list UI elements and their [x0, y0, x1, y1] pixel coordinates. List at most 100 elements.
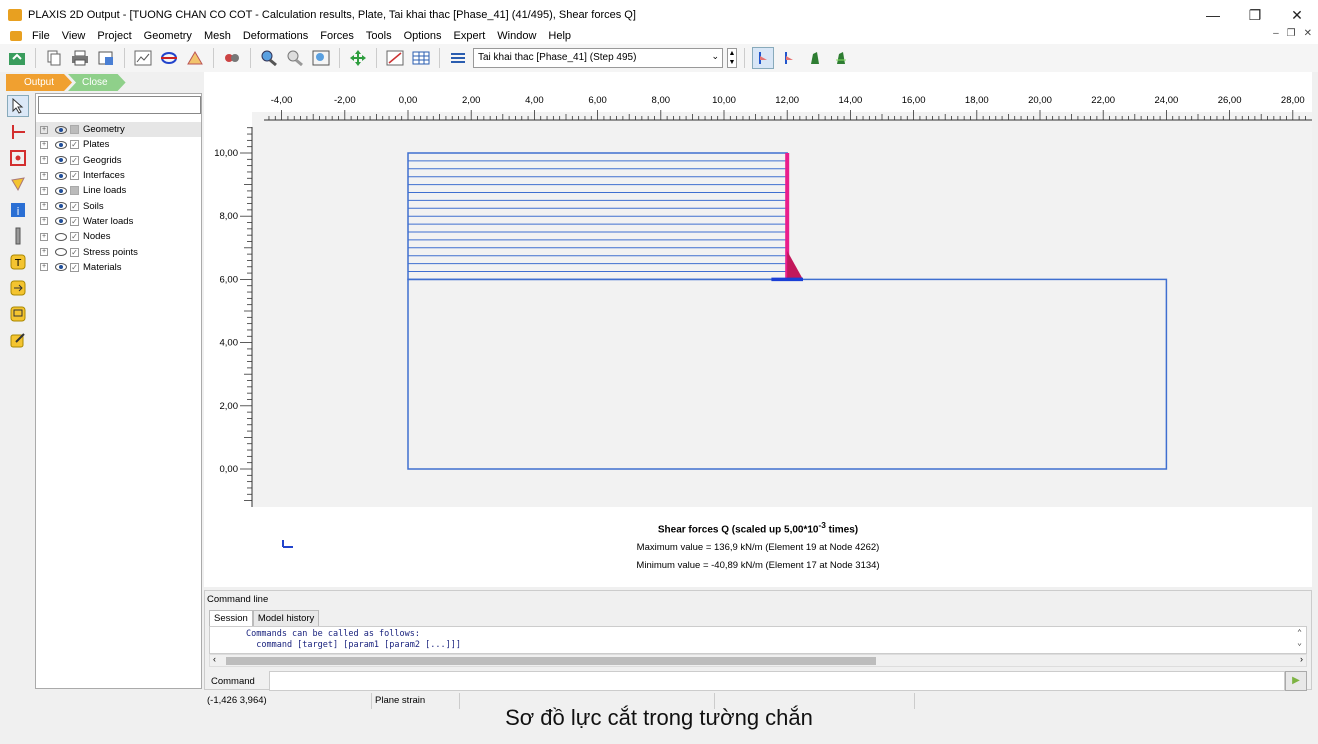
annotation-box-icon[interactable] [7, 303, 29, 325]
visibility-eye-icon[interactable] [55, 263, 67, 272]
step-spinner[interactable]: ▲ ▼ [727, 48, 737, 68]
probe-icon[interactable] [7, 225, 29, 247]
expand-icon[interactable]: + [40, 140, 48, 149]
horizontal-scrollbar[interactable]: ‹ › [209, 654, 1307, 667]
phase-green-left-icon[interactable] [804, 47, 826, 69]
visibility-eye-icon[interactable] [55, 232, 67, 241]
expand-icon[interactable]: + [40, 156, 48, 165]
tree-item-geometry[interactable]: + Geometry [36, 122, 201, 138]
text-annotation-icon[interactable]: T [7, 251, 29, 273]
pencil-icon[interactable] [7, 329, 29, 351]
output-tab[interactable]: Output [6, 74, 72, 91]
menu-geometry[interactable]: Geometry [138, 30, 198, 42]
tree-item-soils[interactable]: + ✓ Soils [36, 198, 201, 213]
menu-options[interactable]: Options [398, 30, 448, 42]
print-icon[interactable] [69, 47, 91, 69]
plot-svg[interactable]: -4,00 -2,00 0,00 2,00 4,00 6,00 8,00 10,00 12,00… [204, 72, 1312, 587]
visibility-eye-icon[interactable] [55, 186, 67, 195]
menu-window[interactable]: Window [491, 30, 542, 42]
visibility-checkbox[interactable]: ✓ [70, 216, 79, 226]
menu-expert[interactable]: Expert [448, 30, 492, 42]
expand-icon[interactable]: + [40, 248, 48, 257]
report-icon[interactable] [95, 47, 117, 69]
visibility-checkbox[interactable]: ✓ [70, 247, 79, 257]
chart-icon[interactable] [132, 47, 154, 69]
plot-canvas[interactable]: -4,00 -2,00 0,00 2,00 4,00 6,00 8,00 10,00 12,00… [204, 72, 1312, 587]
vscroll-icon[interactable]: ⌃ ⌄ [1297, 628, 1302, 648]
tree-item-stress-points[interactable]: + ✓ Stress points [36, 244, 201, 259]
expand-icon[interactable]: + [40, 186, 48, 195]
expand-icon[interactable]: + [40, 217, 48, 226]
curve-icon[interactable] [7, 173, 29, 195]
scroll-left-icon[interactable]: ‹ [213, 654, 216, 664]
export-icon[interactable] [6, 47, 28, 69]
table-icon[interactable] [410, 47, 432, 69]
visibility-eye-icon[interactable] [55, 125, 67, 134]
visibility-checkbox[interactable]: ✓ [70, 232, 79, 242]
restore-button[interactable]: ❐ [1234, 0, 1276, 30]
cross-section-icon[interactable] [158, 47, 180, 69]
menu-help[interactable]: Help [542, 30, 577, 42]
warning-triangle-icon[interactable] [184, 47, 206, 69]
phase-green-right-icon[interactable] [830, 47, 852, 69]
visibility-eye-icon[interactable] [55, 217, 67, 226]
tree-item-line-loads[interactable]: + Line loads [36, 183, 201, 198]
animation-icon[interactable] [221, 47, 243, 69]
expand-icon[interactable]: + [40, 232, 48, 241]
annotation-arrow-icon[interactable] [7, 277, 29, 299]
menu-view[interactable]: View [56, 30, 92, 42]
menu-project[interactable]: Project [91, 30, 137, 42]
zoom-in-icon[interactable] [258, 47, 280, 69]
minimize-button[interactable]: — [1192, 0, 1234, 30]
plate-select-icon[interactable] [7, 121, 29, 143]
visibility-checkbox[interactable]: ✓ [70, 140, 79, 150]
tree-item-materials[interactable]: + ✓ Materials [36, 260, 201, 275]
expand-icon[interactable]: + [40, 171, 48, 180]
scroll-thumb[interactable] [226, 657, 876, 665]
close-window-button[interactable]: ✕ [1276, 0, 1318, 30]
menu-mesh[interactable]: Mesh [198, 30, 237, 42]
select-cursor-icon[interactable] [7, 95, 29, 117]
menu-deformations[interactable]: Deformations [237, 30, 314, 42]
distance-icon[interactable] [384, 47, 406, 69]
tree-item-nodes[interactable]: + ✓ Nodes [36, 229, 201, 244]
node-select-icon[interactable] [7, 147, 29, 169]
zoom-extents-icon[interactable] [310, 47, 332, 69]
previous-phase-icon[interactable] [752, 47, 774, 69]
expand-icon[interactable]: + [40, 202, 48, 211]
zoom-out-icon[interactable] [284, 47, 306, 69]
mdi-minimize-icon[interactable]: – [1273, 28, 1279, 39]
visibility-checkbox[interactable]: ✓ [70, 155, 79, 165]
menu-file[interactable]: File [26, 30, 56, 42]
expand-icon[interactable]: + [40, 263, 48, 272]
mdi-close-icon[interactable]: ✕ [1304, 28, 1312, 39]
tree-item-geogrids[interactable]: + ✓ Geogrids [36, 153, 201, 168]
phase-select[interactable]: Tai khai thac [Phase_41] (Step 495) ⌄ [473, 48, 723, 68]
tab-session[interactable]: Session [209, 610, 253, 626]
scroll-right-icon[interactable]: › [1300, 654, 1303, 664]
next-phase-icon[interactable] [778, 47, 800, 69]
info-icon[interactable]: i [7, 199, 29, 221]
menu-tools[interactable]: Tools [360, 30, 398, 42]
tree-item-plates[interactable]: + ✓ Plates [36, 137, 201, 152]
visibility-eye-icon[interactable] [55, 171, 67, 180]
visibility-eye-icon[interactable] [55, 248, 67, 257]
visibility-checkbox[interactable] [70, 125, 79, 135]
visibility-checkbox[interactable]: ✓ [70, 171, 79, 181]
visibility-checkbox[interactable] [70, 186, 79, 196]
visibility-checkbox[interactable]: ✓ [70, 201, 79, 211]
explorer-search-input[interactable] [38, 96, 201, 114]
mdi-restore-icon[interactable]: ❐ [1287, 28, 1296, 39]
tree-item-interfaces[interactable]: + ✓ Interfaces [36, 168, 201, 183]
pan-icon[interactable] [347, 47, 369, 69]
expand-icon[interactable]: + [40, 125, 48, 134]
visibility-eye-icon[interactable] [55, 156, 67, 165]
tree-item-water-loads[interactable]: + ✓ Water loads [36, 214, 201, 229]
close-tab[interactable]: Close [68, 74, 126, 91]
visibility-eye-icon[interactable] [55, 202, 67, 211]
visibility-eye-icon[interactable] [55, 140, 67, 149]
run-command-button[interactable]: ▶ [1285, 671, 1307, 691]
command-input[interactable] [269, 671, 1285, 691]
phase-list-icon[interactable] [447, 47, 469, 69]
tab-model-history[interactable]: Model history [252, 610, 320, 626]
